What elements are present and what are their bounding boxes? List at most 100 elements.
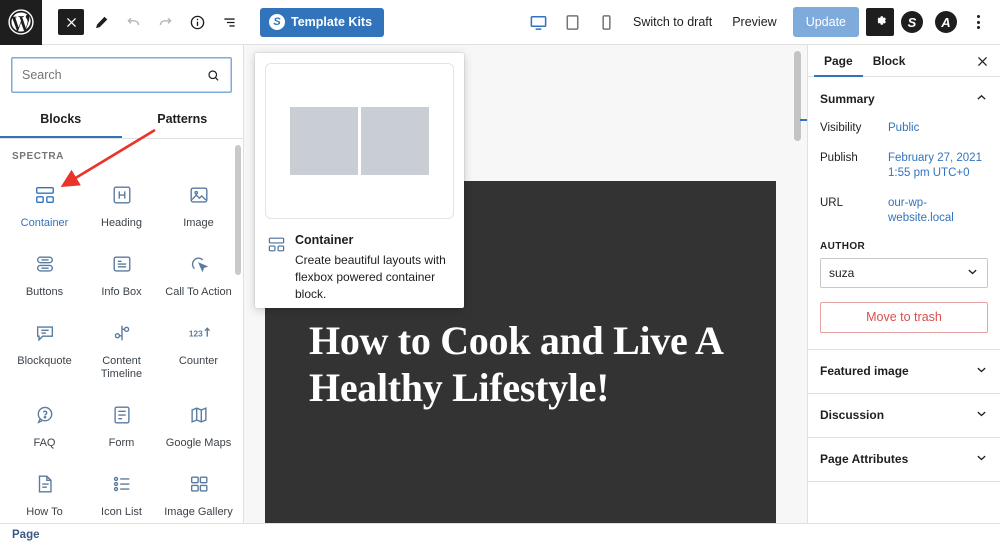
search-input[interactable] bbox=[12, 58, 206, 92]
block-label: Call To Action bbox=[165, 286, 231, 300]
tablet-preview-button[interactable] bbox=[556, 6, 588, 38]
tab-block[interactable]: Block bbox=[863, 45, 916, 77]
featured-image-panel-header[interactable]: Featured image bbox=[808, 349, 1000, 393]
form-icon bbox=[111, 402, 133, 428]
editor-top-bar: S Template Kits Switch to draft Preview … bbox=[0, 0, 1000, 45]
undo-button[interactable] bbox=[118, 7, 148, 37]
block-item-call-to-action[interactable]: Call To Action bbox=[160, 241, 237, 308]
redo-button[interactable] bbox=[150, 7, 180, 37]
top-bar-right-tools: Switch to draft Preview Update S A bbox=[522, 0, 1000, 45]
svg-text:123: 123 bbox=[188, 329, 202, 338]
inserter-tabs: Blocks Patterns bbox=[0, 101, 243, 139]
block-label: Heading bbox=[101, 217, 142, 231]
block-item-google-maps[interactable]: Google Maps bbox=[160, 392, 237, 459]
template-kits-icon: S bbox=[269, 14, 285, 30]
summary-row-visibility: Visibility Public bbox=[808, 121, 1000, 137]
tab-page[interactable]: Page bbox=[814, 45, 863, 77]
block-label: How To bbox=[26, 506, 62, 520]
block-item-how-to[interactable]: How To bbox=[6, 461, 83, 523]
block-label: Image bbox=[183, 217, 214, 231]
move-to-trash-button[interactable]: Move to trash bbox=[820, 302, 988, 333]
inserter-scrollbar[interactable] bbox=[235, 145, 241, 275]
preview-button[interactable]: Preview bbox=[723, 6, 785, 38]
breadcrumb-page[interactable]: Page bbox=[0, 529, 40, 541]
summary-panel-header[interactable]: Summary bbox=[808, 77, 1000, 121]
buttons-icon bbox=[34, 251, 56, 277]
faq-icon bbox=[34, 402, 56, 428]
block-item-container[interactable]: Container bbox=[6, 172, 83, 239]
close-sidebar-button[interactable] bbox=[970, 49, 994, 73]
row-value-url[interactable]: our-wp-website.local bbox=[888, 196, 988, 227]
panel-title: Page Attributes bbox=[820, 452, 908, 466]
block-item-counter[interactable]: 123 Counter bbox=[160, 310, 237, 391]
image-gallery-icon bbox=[188, 471, 210, 497]
close-inserter-button[interactable] bbox=[58, 9, 84, 35]
block-item-blockquote[interactable]: Blockquote bbox=[6, 310, 83, 391]
search-box[interactable] bbox=[11, 57, 232, 93]
author-select[interactable]: suza bbox=[820, 258, 988, 288]
list-view-button[interactable] bbox=[214, 7, 244, 37]
sidebar-tabs: Page Block bbox=[808, 45, 1000, 77]
blocks-scroll-area: SPECTRA Container Heading Image bbox=[0, 139, 243, 523]
panel-title: Discussion bbox=[820, 408, 884, 422]
block-label: Blockquote bbox=[17, 355, 71, 369]
edit-pencil-button[interactable] bbox=[86, 7, 116, 37]
info-box-icon bbox=[111, 251, 133, 277]
top-bar-left-tools: S Template Kits bbox=[42, 0, 384, 45]
icon-list-icon bbox=[111, 471, 133, 497]
astra-icon[interactable]: A bbox=[935, 11, 957, 33]
block-preview-text: Container Create beautiful layouts with … bbox=[295, 233, 452, 303]
block-preview-popover: Container Create beautiful layouts with … bbox=[255, 53, 464, 308]
block-item-form[interactable]: Form bbox=[83, 392, 160, 459]
summary-row-publish: Publish February 27, 2021 1:55 pm UTC+0 bbox=[808, 151, 1000, 182]
block-label: Counter bbox=[179, 355, 218, 369]
block-item-heading[interactable]: Heading bbox=[83, 172, 160, 239]
block-label: FAQ bbox=[33, 437, 55, 451]
wordpress-logo-button[interactable] bbox=[0, 0, 42, 45]
row-key: Visibility bbox=[820, 121, 888, 137]
tab-blocks[interactable]: Blocks bbox=[0, 101, 122, 138]
block-preview-description: Create beautiful layouts with flexbox po… bbox=[295, 252, 452, 303]
wordpress-logo-icon bbox=[8, 9, 34, 35]
chevron-down-icon bbox=[975, 451, 988, 467]
editor-bottom-bar: Page bbox=[0, 523, 1000, 546]
preview-column bbox=[290, 107, 358, 175]
chevron-down-icon bbox=[975, 363, 988, 379]
switch-to-draft-button[interactable]: Switch to draft bbox=[624, 6, 721, 38]
block-label: Container bbox=[21, 217, 69, 231]
block-item-content-timeline[interactable]: Content Timeline bbox=[83, 310, 160, 391]
page-attributes-panel-header[interactable]: Page Attributes bbox=[808, 437, 1000, 481]
discussion-panel-header[interactable]: Discussion bbox=[808, 393, 1000, 437]
canvas-scroll-marker bbox=[800, 119, 807, 121]
jetpack-icon[interactable]: S bbox=[901, 11, 923, 33]
block-item-icon-list[interactable]: Icon List bbox=[83, 461, 160, 523]
template-kits-button[interactable]: S Template Kits bbox=[260, 8, 384, 37]
mobile-preview-button[interactable] bbox=[590, 6, 622, 38]
desktop-preview-button[interactable] bbox=[522, 6, 554, 38]
hero-heading[interactable]: How to Cook and Live A Healthy Lifestyle… bbox=[309, 317, 756, 411]
document-info-button[interactable] bbox=[182, 7, 212, 37]
template-kits-label: Template Kits bbox=[291, 15, 372, 29]
container-icon bbox=[34, 182, 56, 208]
update-button[interactable]: Update bbox=[793, 7, 859, 37]
block-item-buttons[interactable]: Buttons bbox=[6, 241, 83, 308]
row-value-publish-date[interactable]: February 27, 2021 1:55 pm UTC+0 bbox=[888, 151, 988, 182]
block-item-faq[interactable]: FAQ bbox=[6, 392, 83, 459]
row-value-visibility[interactable]: Public bbox=[888, 121, 919, 137]
block-preview-meta: Container Create beautiful layouts with … bbox=[255, 229, 464, 315]
block-label: Form bbox=[109, 437, 135, 451]
block-item-image[interactable]: Image bbox=[160, 172, 237, 239]
call-to-action-icon bbox=[188, 251, 210, 277]
panel-title: Featured image bbox=[820, 364, 909, 378]
category-label-spectra: SPECTRA bbox=[0, 151, 243, 172]
more-options-button[interactable] bbox=[964, 6, 992, 38]
sidebar-bottom-divider bbox=[808, 481, 1000, 482]
canvas-scrollbar[interactable] bbox=[794, 51, 801, 141]
settings-gear-button[interactable] bbox=[866, 8, 894, 36]
block-item-info-box[interactable]: Info Box bbox=[83, 241, 160, 308]
kebab-dot bbox=[977, 26, 980, 29]
tab-patterns[interactable]: Patterns bbox=[122, 101, 244, 138]
block-label: Content Timeline bbox=[86, 355, 158, 383]
block-item-image-gallery[interactable]: Image Gallery bbox=[160, 461, 237, 523]
author-label: AUTHOR bbox=[808, 241, 1000, 252]
